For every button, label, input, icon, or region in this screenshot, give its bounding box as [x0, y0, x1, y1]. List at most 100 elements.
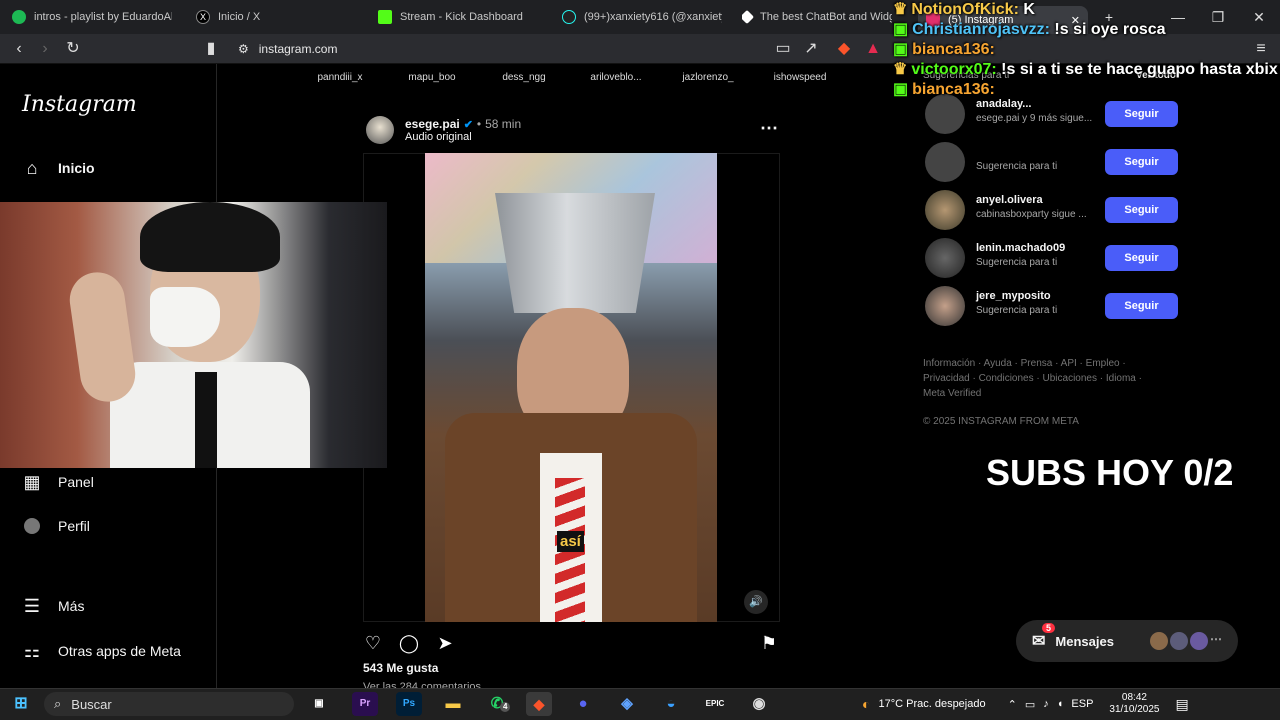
post-author-avatar[interactable] — [366, 116, 394, 144]
suggestion-avatar[interactable] — [925, 238, 965, 278]
brave-rewards-icon[interactable]: ▲ — [862, 38, 884, 60]
premiere-icon[interactable]: Pr — [352, 692, 378, 716]
weather-text[interactable]: 17°C Prac. despejado — [878, 698, 985, 710]
discord-icon[interactable]: ● — [570, 692, 596, 716]
bucket-hat — [495, 193, 655, 313]
tab-tiktok[interactable]: (99+)xanxiety616 (@xanxiety — [562, 6, 722, 28]
language-indicator[interactable]: ESP — [1071, 698, 1093, 710]
tab-spotify[interactable]: intros - playlist by EduardoAl — [12, 6, 172, 28]
nav-home[interactable]: ⌂ Inicio — [22, 153, 95, 183]
message-avatars: ⋯ — [1150, 632, 1222, 650]
chat-message: ♛ victoorx07: !s si a ti se te hace guapo… — [893, 61, 1278, 78]
layers-app-icon[interactable]: ◈ — [614, 692, 640, 716]
follow-button[interactable]: Seguir — [1105, 245, 1178, 271]
story-item[interactable]: ishowspeed — [760, 72, 840, 83]
post-username[interactable]: esege.pai — [405, 117, 460, 131]
face-paint — [150, 287, 220, 347]
panel-icon: ▦ — [23, 471, 41, 492]
nav-meta-apps[interactable]: ⚏ Otras apps de Meta — [22, 636, 181, 666]
chevron-up-icon[interactable]: ⌃ — [1008, 698, 1017, 711]
badge-icon: ▣ — [893, 81, 909, 98]
streamer-hair — [140, 202, 280, 272]
obs-icon[interactable]: ◉ — [746, 692, 772, 716]
badge-icon: ▣ — [893, 21, 909, 38]
file-explorer-icon[interactable]: ▬ — [440, 692, 466, 716]
follow-button[interactable]: Seguir — [1105, 197, 1178, 223]
taskbar-search[interactable]: ⌕ Buscar — [44, 692, 294, 716]
windows-start-icon[interactable]: ⊞ — [8, 692, 34, 716]
chatbot-icon — [742, 9, 755, 25]
webcam-overlay — [0, 202, 387, 468]
system-tray: ◐ 17°C Prac. despejado ⌃ ▭ ♪ ◖ ESP 08:42… — [862, 690, 1189, 718]
instagram-logo[interactable]: Instagram — [22, 92, 137, 117]
tab-kick[interactable]: Stream - Kick Dashboard — [378, 6, 538, 28]
nav-more[interactable]: ☰ Más — [22, 591, 85, 621]
save-post-icon[interactable]: ⚑ — [758, 632, 780, 654]
suggestion-row: lenin.machado09 Sugerencia para ti Segui… — [925, 238, 1185, 278]
nav-profile[interactable]: Perfil — [22, 511, 90, 541]
caption-overlay: así — [557, 531, 584, 552]
share-post-icon[interactable]: ➤ — [434, 632, 456, 654]
suggestion-row: Sugerencia para ti Seguir — [925, 142, 1185, 182]
nav-panel[interactable]: ▦ Panel — [22, 467, 93, 497]
story-item[interactable]: panndiii_x — [300, 72, 380, 83]
tab-x[interactable]: X Inicio / X — [196, 6, 346, 28]
chat-message: ▣ bianca136: — [893, 41, 995, 58]
follow-button[interactable]: Seguir — [1105, 293, 1178, 319]
profile-avatar-icon — [22, 516, 42, 536]
tab-chatbot[interactable]: The best ChatBot and Widge — [742, 6, 892, 28]
crown-icon: ♛ — [893, 61, 908, 78]
whatsapp-icon[interactable]: ✆ 4 — [484, 692, 511, 716]
epic-games-icon[interactable]: EPIC — [702, 692, 728, 716]
forward-button[interactable]: › — [34, 38, 56, 60]
story-item[interactable]: jazlorenzo_ — [668, 72, 748, 83]
reel-video[interactable]: así — [425, 153, 717, 622]
story-item[interactable]: ariloveblo... — [576, 72, 656, 83]
post-audio[interactable]: Audio original — [405, 131, 472, 143]
chat-message: ▣ Christianrojasvzz: !s si oye rosca — [893, 21, 1166, 38]
volume-icon[interactable]: ◖ — [1057, 698, 1064, 710]
bookmark-icon[interactable]: ▮ — [200, 38, 222, 60]
badge-icon: ▣ — [893, 41, 909, 58]
messages-badge: 5 — [1042, 623, 1056, 633]
network-icon[interactable]: ▭ — [1025, 698, 1035, 711]
suggestion-avatar[interactable] — [925, 286, 965, 326]
cast-icon[interactable]: ▭ — [772, 38, 794, 60]
like-icon[interactable]: ♡ — [362, 632, 384, 654]
reload-button[interactable]: ↻ — [62, 38, 84, 60]
streamer-hand — [66, 268, 139, 406]
subs-counter: SUBS HOY 0/2 — [986, 452, 1234, 493]
task-view-icon[interactable]: ▣ — [306, 692, 332, 716]
story-item[interactable]: mapu_boo — [392, 72, 472, 83]
mic-icon[interactable]: ♪ — [1043, 698, 1049, 710]
stream-app-icon[interactable]: ◒ — [658, 692, 684, 716]
follow-button[interactable]: Seguir — [1105, 149, 1178, 175]
post-author: esege.pai ✔ • 58 min — [405, 117, 522, 131]
messages-button[interactable]: ✉ 5 Mensajes ⋯ — [1016, 620, 1238, 662]
crown-icon: ♛ — [893, 1, 908, 18]
site-settings-icon[interactable]: ⚙ — [238, 42, 249, 56]
back-button[interactable]: ‹ — [8, 38, 30, 60]
brave-shield-icon[interactable]: ◆ — [833, 38, 855, 60]
suggestion-row: jere_myposito Sugerencia para ti Seguir — [925, 286, 1185, 326]
streamer-tie — [195, 372, 217, 468]
likes-count[interactable]: 543 Me gusta — [363, 661, 438, 675]
meta-apps-icon: ⚏ — [23, 640, 41, 661]
clock[interactable]: 08:42 31/10/2025 — [1109, 692, 1159, 716]
brave-icon[interactable]: ◆ — [526, 692, 552, 716]
suggestion-avatar[interactable] — [925, 142, 965, 182]
photoshop-icon[interactable]: Ps — [396, 692, 422, 716]
comments-link[interactable]: Ver las 284 comentarios — [363, 681, 481, 688]
share-icon[interactable]: ↗ — [800, 38, 822, 60]
home-icon: ⌂ — [26, 157, 38, 178]
suggestion-avatar[interactable] — [925, 190, 965, 230]
comment-icon[interactable]: ◯ — [398, 632, 420, 654]
notifications-icon[interactable]: ▤ — [1175, 696, 1188, 713]
sound-icon[interactable]: 🔊 — [744, 590, 768, 614]
more-icon: ⋯ — [1210, 632, 1222, 646]
post-time: 58 min — [485, 117, 522, 131]
more-options-icon[interactable]: ⋯ — [760, 118, 778, 139]
story-item[interactable]: dess_ngg — [484, 72, 564, 83]
suggestion-row: anyel.olivera cabinasboxparty sigue ... … — [925, 190, 1185, 230]
kick-icon — [378, 10, 392, 24]
